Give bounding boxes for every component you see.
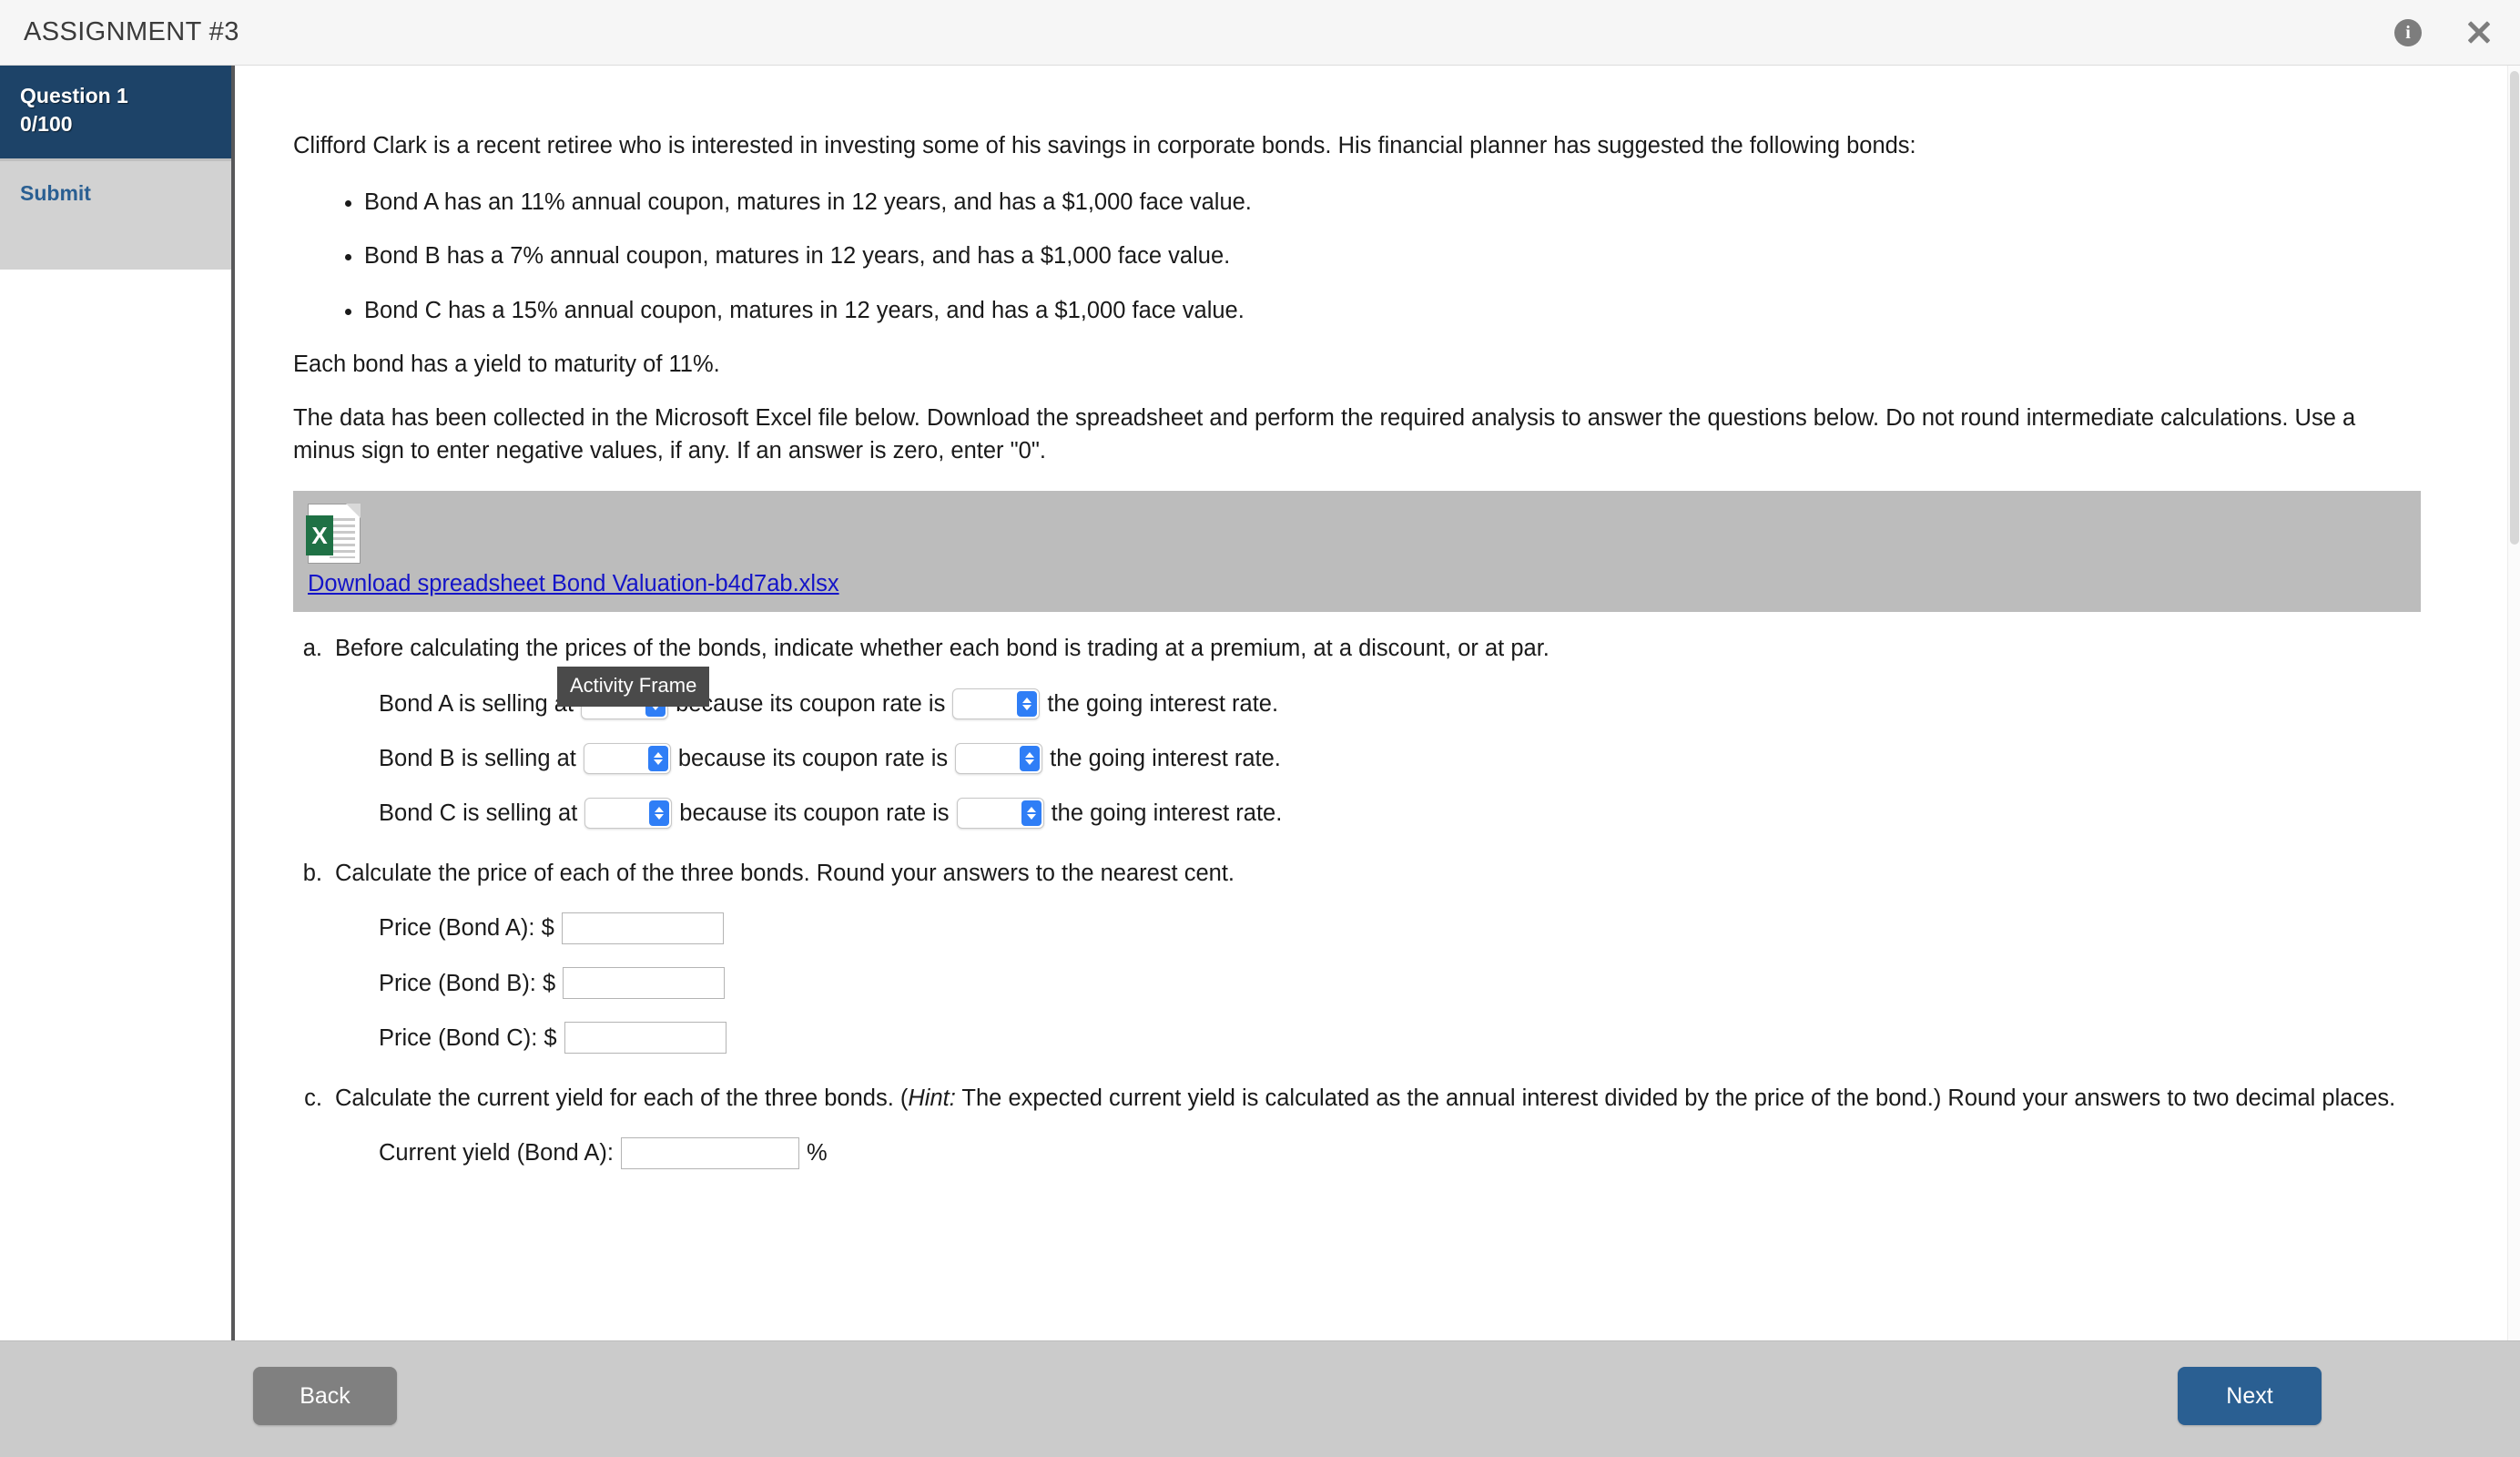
part-c-text: Calculate the current yield for each of … bbox=[335, 1082, 2476, 1115]
bond-c-comparison-select[interactable] bbox=[956, 798, 1044, 830]
price-bond-c-input[interactable] bbox=[564, 1022, 727, 1055]
bond-a-prefix: Bond A is selling at bbox=[379, 690, 574, 717]
bond-b-comparison-select[interactable] bbox=[955, 742, 1043, 774]
bond-c-selling-row: Bond C is selling at because its coupon … bbox=[335, 797, 2476, 830]
part-a-label: a. bbox=[302, 636, 322, 662]
bond-b-position-select[interactable] bbox=[583, 742, 671, 774]
content-inner: Clifford Clark is a recent retiree who i… bbox=[239, 66, 2520, 1169]
part-b: b. Calculate the price of each of the th… bbox=[293, 857, 2476, 1055]
sidebar: Question 1 0/100 Submit bbox=[0, 66, 235, 1340]
footer-bar: Back Next bbox=[0, 1340, 2520, 1457]
current-yield-bond-a-row: Current yield (Bond A): % bbox=[335, 1136, 2476, 1169]
chevron-updown-icon bbox=[1017, 690, 1038, 717]
data-note: The data has been collected in the Micro… bbox=[293, 405, 2356, 464]
part-b-body: Calculate the price of each of the three… bbox=[335, 857, 2476, 1055]
part-a: a. Before calculating the prices of the … bbox=[293, 632, 2476, 830]
price-bond-a-input[interactable] bbox=[561, 912, 724, 945]
chevron-updown-icon bbox=[647, 745, 668, 771]
bond-c-prefix: Bond C is selling at bbox=[379, 800, 578, 827]
excel-grid-lines bbox=[330, 518, 355, 559]
list-item: Bond C has a 15% annual coupon, matures … bbox=[364, 294, 2476, 327]
scrollbar-thumb[interactable] bbox=[2510, 71, 2519, 545]
window-titlebar: ASSIGNMENT #3 i bbox=[0, 0, 2520, 66]
part-a-text: Before calculating the prices of the bon… bbox=[335, 636, 1550, 662]
question-parts: a. Before calculating the prices of the … bbox=[293, 632, 2476, 1169]
attachment-box: X Download spreadsheet Bond Valuation-b4… bbox=[293, 491, 2421, 613]
bond-c-position-select[interactable] bbox=[584, 798, 673, 830]
price-bond-b-label: Price (Bond B): $ bbox=[379, 970, 556, 996]
chevron-updown-icon bbox=[1020, 745, 1041, 771]
bond-list: Bond A has an 11% annual coupon, matures… bbox=[293, 186, 2476, 327]
part-c-hint-word: Hint: bbox=[908, 1085, 956, 1112]
info-icon[interactable]: i bbox=[2394, 19, 2422, 46]
price-bond-a-row: Price (Bond A): $ bbox=[335, 912, 2476, 945]
sidebar-question-label: Question 1 bbox=[20, 84, 128, 107]
list-item: Bond A has an 11% annual coupon, matures… bbox=[364, 186, 2476, 219]
bond-a-comparison-select[interactable] bbox=[952, 688, 1041, 719]
bond-a-suffix: the going interest rate. bbox=[1047, 690, 1279, 717]
price-bond-c-row: Price (Bond C): $ bbox=[335, 1022, 2476, 1055]
current-yield-bond-a-label: Current yield (Bond A): bbox=[379, 1140, 614, 1167]
bond-c-suffix: the going interest rate. bbox=[1051, 800, 1283, 827]
current-yield-bond-a-unit: % bbox=[806, 1140, 828, 1167]
part-c-body: Calculate the current yield for each of … bbox=[335, 1082, 2476, 1169]
bond-b-selling-row: Bond B is selling at because its coupon … bbox=[335, 742, 2476, 775]
price-bond-b-row: Price (Bond B): $ bbox=[335, 967, 2476, 1000]
excel-fold-shape bbox=[346, 504, 361, 519]
price-bond-a-label: Price (Bond A): $ bbox=[379, 915, 554, 942]
list-item: Bond B has a 7% annual coupon, matures i… bbox=[364, 239, 2476, 272]
price-bond-c-label: Price (Bond C): $ bbox=[379, 1024, 557, 1051]
close-icon[interactable] bbox=[2464, 17, 2495, 48]
bond-b-suffix: the going interest rate. bbox=[1050, 745, 1281, 771]
part-c-label: c. bbox=[304, 1085, 322, 1112]
excel-x-badge: X bbox=[306, 515, 333, 556]
next-button[interactable]: Next bbox=[2178, 1367, 2322, 1425]
part-c-text-after-hint: The expected current yield is calculated… bbox=[955, 1085, 2396, 1112]
intro-paragraph: Clifford Clark is a recent retiree who i… bbox=[293, 133, 1916, 158]
part-b-label: b. bbox=[302, 861, 322, 887]
part-c-text-before-hint: Calculate the current yield for each of … bbox=[335, 1085, 909, 1112]
bond-b-middle: because its coupon rate is bbox=[677, 745, 949, 771]
part-b-text: Calculate the price of each of the three… bbox=[335, 861, 1235, 887]
page-title: ASSIGNMENT #3 bbox=[24, 17, 239, 46]
download-spreadsheet-link[interactable]: Download spreadsheet Bond Valuation-b4d7… bbox=[308, 571, 839, 597]
current-yield-bond-a-input[interactable] bbox=[620, 1136, 799, 1169]
submit-link[interactable]: Submit bbox=[20, 181, 91, 205]
excel-file-icon: X bbox=[306, 504, 361, 565]
titlebar-actions: i bbox=[2394, 0, 2495, 66]
bond-c-middle: because its coupon rate is bbox=[679, 800, 950, 827]
part-c: c. Calculate the current yield for each … bbox=[293, 1082, 2476, 1169]
bond-b-prefix: Bond B is selling at bbox=[379, 745, 576, 771]
part-a-body: Before calculating the prices of the bon… bbox=[335, 632, 2476, 830]
chevron-updown-icon bbox=[1021, 800, 1042, 827]
content-scrollbar[interactable] bbox=[2507, 66, 2520, 1340]
assignment-window: ASSIGNMENT #3 i Question 1 0/100 Submit … bbox=[0, 0, 2520, 1457]
yield-note: Each bond has a yield to maturity of 11%… bbox=[293, 351, 720, 377]
sidebar-item-submit[interactable]: Submit bbox=[0, 161, 231, 270]
price-bond-b-input[interactable] bbox=[563, 967, 726, 1000]
back-button[interactable]: Back bbox=[253, 1367, 397, 1425]
chevron-updown-icon bbox=[649, 800, 670, 827]
bond-a-middle: because its coupon rate is bbox=[676, 690, 946, 717]
sidebar-question-score: 0/100 bbox=[20, 112, 73, 137]
activity-frame-tooltip: Activity Frame bbox=[557, 667, 710, 707]
sidebar-item-question-1[interactable]: Question 1 0/100 bbox=[0, 66, 231, 162]
